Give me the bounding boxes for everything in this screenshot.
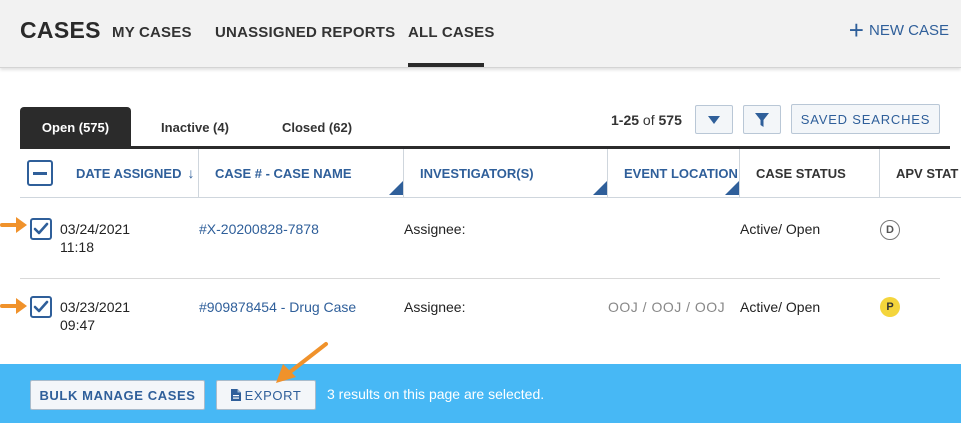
col-apv-status: APV STAT [880,149,961,197]
col-case-status-label: CASE STATUS [756,165,846,181]
orange-arrow-icon [0,217,27,233]
plus-icon: + [848,15,864,45]
apv-status-badge: P [880,297,900,317]
col-event-location-label: EVENT LOCATION [624,165,738,181]
tab-open[interactable]: Open (575) [20,107,131,147]
selection-count-text: 3 results on this page are selected. [327,386,545,402]
row-checkbox[interactable] [30,218,52,240]
orange-arrow-icon [0,298,27,314]
col-date-assigned-label: DATE ASSIGNED [76,165,182,181]
row-date-value: 03/23/2021 [60,299,131,315]
caret-down-icon [708,115,720,124]
pager-of: of [642,112,655,128]
row-investigator: Assignee: [404,221,466,237]
page-title: CASES [20,17,101,43]
sort-down-arrow-icon: ↓ [187,165,195,181]
tab-inactive[interactable]: Inactive (4) [142,107,248,147]
pagination-summary: 1-25 of 575 [611,112,682,128]
nav-active-indicator [408,63,484,67]
document-icon [230,389,241,401]
new-case-button[interactable]: + NEW CASE [848,15,949,45]
col-case-status: CASE STATUS [740,149,879,197]
row-status: Active/ Open [740,299,821,315]
export-label: EXPORT [244,387,302,403]
apv-status-badge: D [880,220,900,240]
case-link[interactable]: #909878454 - Drug Case [199,298,356,316]
col-apv-status-label: APV STAT [896,165,959,181]
col-investigators[interactable]: INVESTIGATOR(S) [404,149,607,197]
orange-arrow-icon [276,342,328,383]
checkmark-icon [33,300,49,313]
select-all-checkbox[interactable] [27,160,53,186]
filter-button[interactable] [743,105,781,134]
bulk-manage-cases-button[interactable]: BULK MANAGE CASES [30,380,205,410]
row-investigator: Assignee: [404,299,466,315]
nav-my-cases[interactable]: MY CASES [112,24,192,41]
row-divider [20,278,940,279]
filter-icon [755,112,769,127]
col-investigators-label: INVESTIGATOR(S) [420,165,534,181]
indeterminate-dash-icon [33,171,47,175]
col-date-assigned[interactable]: DATE ASSIGNED ↓ [60,149,198,197]
nav-all-cases[interactable]: ALL CASES [408,24,495,41]
pager-total: 575 [658,112,682,128]
row-date: 03/24/2021 11:18 [60,220,130,256]
saved-searches-button[interactable]: SAVED SEARCHES [791,104,940,134]
row-status: Active/ Open [740,221,821,237]
nav-unassigned-reports[interactable]: UNASSIGNED REPORTS [215,24,395,41]
row-date: 03/23/2021 09:47 [60,298,130,334]
row-time-value: 09:47 [60,317,96,333]
row-date-value: 03/24/2021 [60,221,131,237]
checkmark-icon [33,222,49,235]
pager-range: 1-25 [611,112,640,128]
row-time-value: 11:18 [60,239,94,255]
case-link[interactable]: #X-20200828-7878 [199,220,319,238]
new-case-label: NEW CASE [868,21,949,39]
col-case-name-label: CASE # - CASE NAME [215,165,352,181]
page-dropdown-button[interactable] [695,105,733,134]
col-case-name[interactable]: CASE # - CASE NAME [199,149,403,197]
col-event-location[interactable]: EVENT LOCATION [608,149,739,197]
header-divider [20,197,961,198]
tab-closed[interactable]: Closed (62) [262,107,372,147]
app-header: CASES MY CASES UNASSIGNED REPORTS ALL CA… [0,0,961,68]
row-checkbox[interactable] [30,296,52,318]
row-location: OOJ / OOJ / OOJ [608,299,726,315]
